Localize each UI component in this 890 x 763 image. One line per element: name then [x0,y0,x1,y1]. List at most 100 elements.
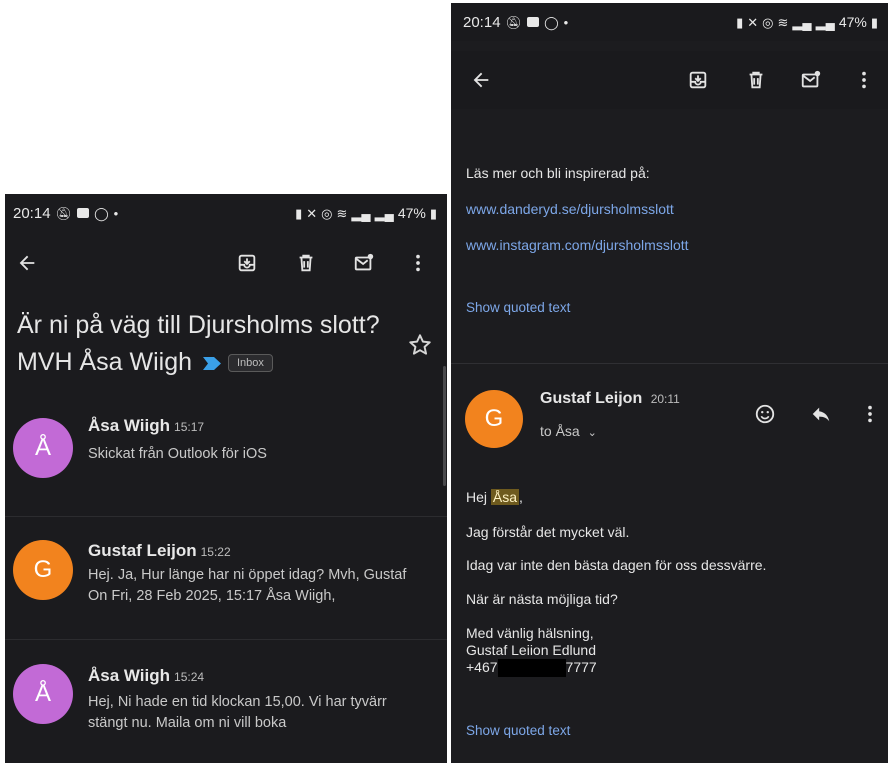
message-time: 15:22 [200,545,231,559]
signature-phone: +467 7777 [466,659,597,678]
toolbar [451,51,888,109]
toolbar [5,240,447,286]
star-button[interactable] [407,332,433,358]
battery-percent: 47% [838,14,867,30]
reply-icon [812,407,830,422]
greeting-line: Hej Åsa, [466,489,523,505]
battery-icon: ▮ [870,14,878,30]
bluetooth-icon: ✕ [306,205,318,221]
more-vert-icon [868,405,872,423]
message-item[interactable]: Å Åsa Wiigh 15:24 Hej, Ni hade en tid klo… [5,654,447,763]
email-subject: Är ni på väg till Djursholms slott? MVH … [17,307,397,381]
back-arrow-icon [19,255,35,271]
message-item[interactable]: Å Åsa Wiigh 15:17 Skickat från Outlook fö… [5,404,447,514]
video-icon [527,17,540,27]
sender-line: Åsa Wiigh 15:24 [88,666,204,686]
subject-text: Är ni på väg till Djursholms slott? MVH … [17,311,380,376]
delete-button[interactable] [740,64,772,96]
avatar: G [13,540,73,600]
inspire-text: Läs mer och bli inspirerad på: [466,165,650,181]
hotspot-icon: ◎ [762,14,774,30]
back-arrow-icon [473,72,489,88]
whatsapp-icon: ◯ [94,205,109,221]
status-time: 20:14 [463,13,501,31]
battery-saver-icon: ▮ [295,205,303,221]
divider [5,516,447,517]
star-icon [409,334,431,355]
reply-button[interactable] [805,398,837,430]
message-item[interactable]: G Gustaf Leijon 15:22 Hej. Ja, Hur länge … [5,531,447,641]
status-time: 20:14 [13,204,51,222]
status-bar: 20:14 🔕︎ ◯ • ▮ ✕ ◎ ≋ ▂▄ ▂▄ 47% ▮ [5,194,447,232]
message-time: 15:17 [174,420,205,434]
battery-icon: ▮ [429,205,437,221]
message-snippet: Hej. Ja, Hur länge har ni öppet idag? Mv… [88,567,407,604]
left-phone-screen: 20:14 🔕︎ ◯ • ▮ ✕ ◎ ≋ ▂▄ ▂▄ 47% ▮ Är ni p… [5,194,447,763]
archive-icon [238,254,256,272]
whatsapp-icon: ◯ [544,14,559,30]
greeting-name-highlight: Åsa [490,489,520,505]
message-snippet: Hej, Ni hade en tid klockan 15,00. Vi ha… [88,694,387,731]
sender-line: Gustaf Leijon 15:22 [88,541,231,561]
danderyd-link[interactable]: www.danderyd.se/djursholmsslott [466,201,674,217]
show-quoted-text-button[interactable]: Show quoted text [466,723,570,738]
body-line-2: Idag var inte den bästa dagen för oss de… [466,557,767,573]
mark-unread-button[interactable] [348,247,380,279]
signature-line-1: Med vänlig hälsning, [466,625,594,641]
archive-icon [689,71,707,89]
recipient-toggle[interactable]: to Åsa ⌄ [540,423,597,439]
body-line-3: När är nästa möjliga tid? [466,591,618,607]
archive-button[interactable] [231,247,263,279]
signal-icon-2: ▂▄ [374,205,394,221]
video-icon [77,208,90,218]
battery-percent: 47% [397,205,426,221]
trash-icon [749,71,763,89]
react-emoji-button[interactable] [749,398,781,430]
status-bar: 20:14 🔕︎ ◯ • ▮ ✕ ◎ ≋ ▂▄ ▂▄ 47% ▮ [451,3,888,41]
sender-name: Gustaf Leijon [540,390,643,407]
message-more-button[interactable] [854,398,886,430]
sender-line: Gustaf Leijon 20:11 [540,390,680,408]
more-options-button[interactable] [402,247,434,279]
trash-icon [299,254,313,272]
right-phone-screen: 20:14 🔕︎ ◯ • ▮ ✕ ◎ ≋ ▂▄ ▂▄ 47% ▮ Läs mer… [451,3,888,763]
mute-icon: 🔕︎ [505,14,523,30]
dot-icon: • [563,14,569,30]
sender-name: Gustaf Leijon [88,541,197,560]
message-snippet: Skickat från Outlook för iOS [88,446,267,462]
greeting-suffix: , [519,489,523,505]
instagram-link[interactable]: www.instagram.com/djursholmsslott [466,237,689,253]
message-time: 20:11 [650,392,680,406]
greeting-prefix: Hej [466,489,488,505]
message-time: 15:24 [174,670,205,684]
more-vert-icon [862,71,866,89]
wifi-icon: ≋ [336,205,348,221]
redaction-block [497,659,566,678]
sender-name: Åsa Wiigh [88,666,171,685]
avatar: Å [13,664,73,724]
emoji-icon [755,404,775,424]
avatar: Å [13,418,73,478]
delete-button[interactable] [290,247,322,279]
dot-icon: • [113,205,119,221]
back-button[interactable] [11,247,43,279]
back-button[interactable] [465,64,497,96]
bluetooth-icon: ✕ [747,14,759,30]
signal-icon: ▂▄ [792,14,812,30]
wifi-icon: ≋ [777,14,789,30]
signature-line-2: Gustaf Leiion Edlund [466,642,596,658]
phone-suffix: 7777 [565,659,597,675]
hotspot-icon: ◎ [321,205,333,221]
sender-avatar: G [465,390,523,448]
more-options-button[interactable] [848,64,880,96]
signal-icon-2: ▂▄ [815,14,835,30]
battery-saver-icon: ▮ [736,14,744,30]
divider [451,363,888,364]
inbox-label-chip[interactable]: Inbox [227,354,273,373]
mail-unread-icon [801,70,821,88]
mark-unread-button[interactable] [795,64,827,96]
archive-button[interactable] [682,64,714,96]
show-quoted-text-button[interactable]: Show quoted text [466,300,570,315]
important-marker-icon [203,356,221,370]
divider [5,639,447,640]
